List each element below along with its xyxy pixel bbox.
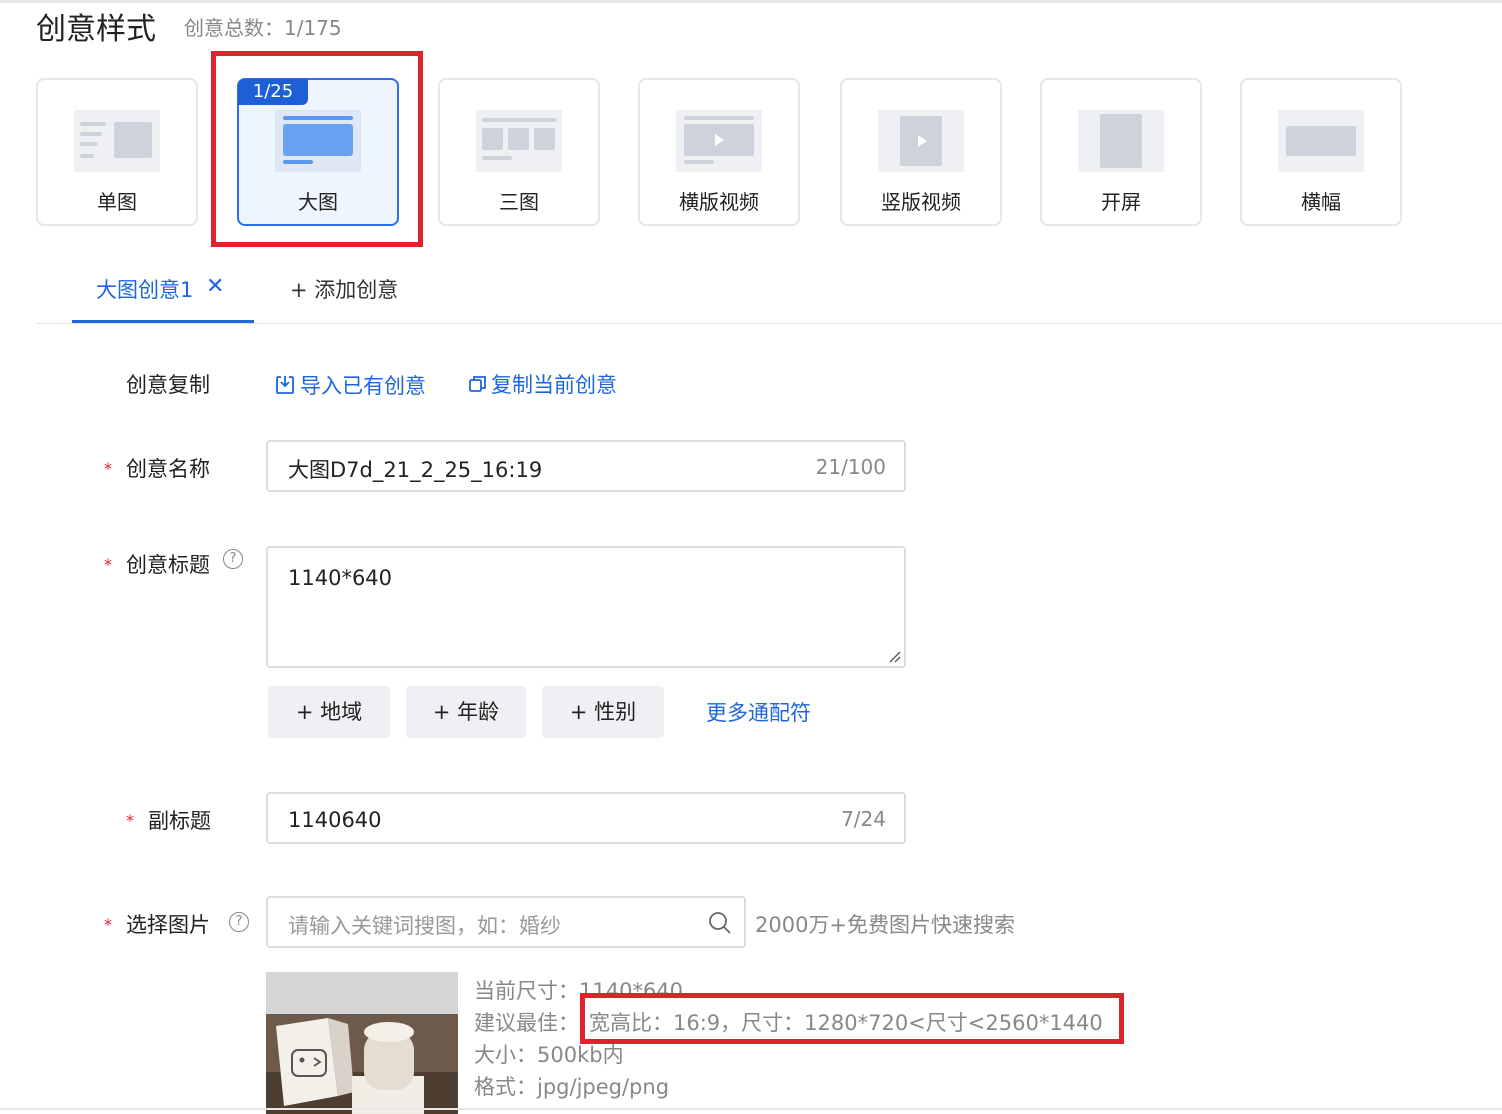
creative-title-textarea[interactable]: 1140*640 xyxy=(266,546,906,668)
close-icon[interactable]: ✕ xyxy=(206,274,224,299)
more-wildcards-link[interactable]: 更多通配符 xyxy=(706,697,811,727)
required-mark: * xyxy=(104,555,112,574)
search-icon[interactable] xyxy=(708,911,732,935)
splash-thumb-icon xyxy=(1078,110,1164,172)
top-divider xyxy=(0,0,1502,3)
import-creative-link[interactable]: 导入已有创意 xyxy=(274,370,426,400)
image-search-hint: 2000万+免费图片快速搜索 xyxy=(755,913,1016,937)
required-mark: * xyxy=(126,811,134,830)
highlight-large-image-card xyxy=(211,51,423,247)
style-card-label: 横版视频 xyxy=(679,190,759,214)
banner-thumb-icon xyxy=(1278,110,1364,172)
image-search-placeholder: 请输入关键词搜图，如：婚纱 xyxy=(288,914,561,938)
subtitle-label: 副标题 xyxy=(148,809,211,833)
copy-label: 创意复制 xyxy=(126,373,210,397)
image-search-input[interactable]: 请输入关键词搜图，如：婚纱 xyxy=(266,896,746,948)
subtitle-input[interactable]: 1140640 7/24 xyxy=(266,792,906,844)
format-text: 格式：jpg/jpeg/png xyxy=(474,1075,670,1099)
style-card-splash[interactable]: 开屏 xyxy=(1040,78,1202,226)
style-card-three-images[interactable]: 三图 xyxy=(438,78,600,226)
style-card-landscape-video[interactable]: 横版视频 xyxy=(638,78,800,226)
style-card-portrait-video[interactable]: 竖版视频 xyxy=(840,78,1002,226)
creative-name-value: 大图D7d_21_2_25_16:19 xyxy=(288,458,543,482)
required-mark: * xyxy=(104,459,112,478)
style-card-label: 三图 xyxy=(499,190,539,214)
required-mark: * xyxy=(104,915,112,934)
style-card-banner[interactable]: 横幅 xyxy=(1240,78,1402,226)
subtitle-counter: 7/24 xyxy=(841,807,886,831)
three-images-thumb-icon xyxy=(476,110,562,172)
section-title: 创意样式 xyxy=(36,12,156,47)
style-card-label: 单图 xyxy=(97,190,137,214)
help-icon[interactable]: ? xyxy=(229,912,249,932)
title-label: 创意标题 xyxy=(126,553,210,577)
style-card-label: 开屏 xyxy=(1101,190,1141,214)
recommend-prefix-text: 建议最佳： xyxy=(474,1011,579,1035)
creative-total-count: 创意总数：1/175 xyxy=(184,16,342,40)
help-icon[interactable]: ? xyxy=(223,549,243,569)
tab-divider xyxy=(36,323,1502,324)
selected-image-thumbnail[interactable] xyxy=(266,972,458,1114)
landscape-video-thumb-icon xyxy=(676,110,762,172)
portrait-video-thumb-icon xyxy=(878,110,964,172)
subtitle-value: 1140640 xyxy=(288,808,382,832)
name-label: 创意名称 xyxy=(126,457,210,481)
highlight-recommend-spec xyxy=(580,993,1124,1044)
style-card-single-image[interactable]: 单图 xyxy=(36,78,198,226)
copy-icon xyxy=(468,374,488,394)
import-icon xyxy=(274,374,296,396)
image-label: 选择图片 xyxy=(126,913,210,937)
single-image-thumb-icon xyxy=(74,110,160,172)
add-creative-tab[interactable]: + 添加创意 xyxy=(290,274,398,304)
tab-creative-1[interactable]: 大图创意1 xyxy=(96,274,193,304)
duplicate-creative-link[interactable]: 复制当前创意 xyxy=(468,369,617,399)
add-region-wildcard-button[interactable]: + 地域 xyxy=(268,686,390,738)
bottom-divider xyxy=(0,1108,1502,1110)
style-card-label: 横幅 xyxy=(1301,190,1341,214)
creative-title-value: 1140*640 xyxy=(288,566,393,590)
add-age-wildcard-button[interactable]: + 年龄 xyxy=(406,686,526,738)
resize-handle-icon[interactable] xyxy=(886,648,902,664)
style-card-label: 竖版视频 xyxy=(881,190,961,214)
creative-name-input[interactable]: 大图D7d_21_2_25_16:19 21/100 xyxy=(266,440,906,492)
add-gender-wildcard-button[interactable]: + 性别 xyxy=(542,686,664,738)
creative-name-counter: 21/100 xyxy=(815,455,886,479)
